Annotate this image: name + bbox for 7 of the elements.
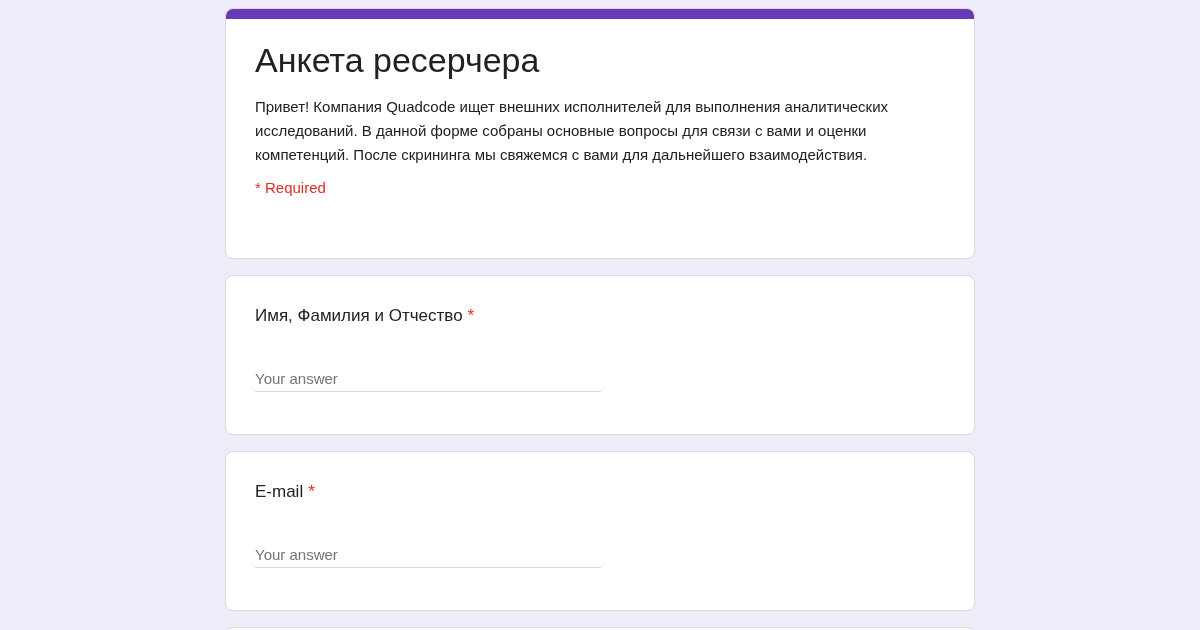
question-label: E-mail [255,482,304,501]
question-label: Имя, Фамилия и Отчество [255,306,463,325]
form-description: Привет! Компания Quadcode ищет внешних исполнителей для выполнения аналитических исследований. В данной форме собраны основные вопросы для связи с вами и оценки компетенций. После скрининга мы свяжемся с вами для дальнейшего взаимодействия. [255,97,890,165]
required-note: * Required [255,179,327,196]
form-title: Анкета ресерчера [255,40,541,81]
required-asterisk: * [467,306,475,325]
required-asterisk: * [308,482,315,501]
